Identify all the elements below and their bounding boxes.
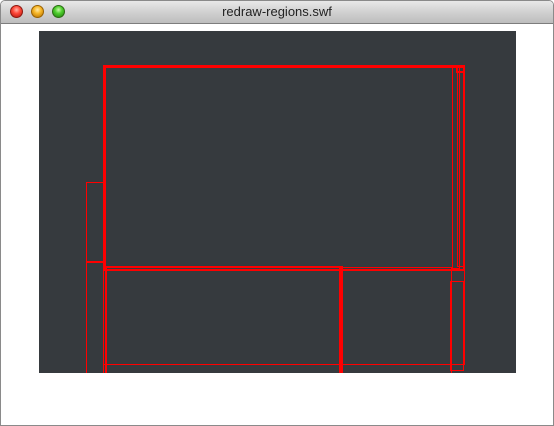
title-bar[interactable]: redraw-regions.swf — [1, 1, 553, 24]
redraw-region-bottom-left-outer — [103, 266, 343, 373]
redraw-region-right-strip-2 — [457, 67, 464, 267]
window-title: redraw-regions.swf — [222, 4, 332, 19]
redraw-region-corner — [456, 66, 465, 73]
redraw-region-bottom-right — [341, 267, 452, 373]
flash-stage[interactable] — [39, 31, 516, 373]
redraw-region-left-lower — [86, 262, 104, 373]
redraw-region-right-mid — [450, 281, 464, 371]
redraw-region-left-upper — [86, 182, 104, 262]
app-window: redraw-regions.swf — [0, 0, 554, 426]
